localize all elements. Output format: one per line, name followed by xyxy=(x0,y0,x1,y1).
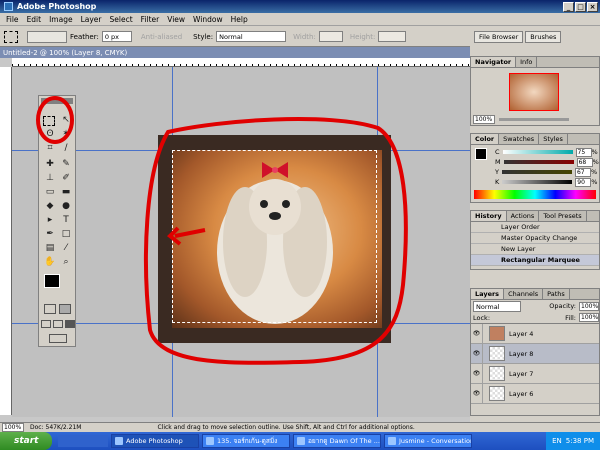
channel-y-value[interactable]: 67 xyxy=(574,167,591,177)
task-conversation[interactable]: Jusmine - Conversation xyxy=(384,434,472,448)
channel-k-unit: % xyxy=(591,178,598,186)
layer-row[interactable]: 👁 Layer 7 xyxy=(471,363,599,384)
navigator-zoom-field[interactable]: 100% xyxy=(473,115,495,124)
channel-c-slider[interactable] xyxy=(502,150,573,154)
status-hint: Click and drag to move selection outline… xyxy=(157,424,415,431)
navigator-panel: Navigator Info 100% xyxy=(470,56,600,126)
channel-m-value[interactable]: 68 xyxy=(576,157,593,167)
layer-row-selected[interactable]: 👁 Layer 8 xyxy=(471,343,599,364)
status-zoom[interactable]: 100% xyxy=(2,423,24,432)
layer-name: Layer 8 xyxy=(509,349,534,358)
tab-navigator[interactable]: Navigator xyxy=(471,57,517,67)
history-item[interactable]: New Layer xyxy=(471,244,599,255)
tab-paths[interactable]: Paths xyxy=(543,289,570,299)
history-panel: History Actions Tool Presets Layer Order… xyxy=(470,210,600,270)
channel-k-label: K xyxy=(495,178,500,186)
channel-k-slider[interactable] xyxy=(502,180,573,184)
layer-row[interactable]: 👁 Layer 6 xyxy=(471,383,599,404)
taskbar: start Adobe Photoshop 135. จอร์กเก้น-ดูส… xyxy=(0,432,600,450)
task-browser-1[interactable]: 135. จอร์กเก้น-ดูสมิ่ง xyxy=(202,434,290,448)
layer-thumbnail xyxy=(489,366,505,381)
navigator-thumbnail[interactable] xyxy=(509,73,559,111)
layer-name: Layer 7 xyxy=(509,369,534,378)
annotation-circle-photo xyxy=(144,117,408,365)
lock-label: Lock: xyxy=(473,313,491,322)
channel-m-label: M xyxy=(495,158,501,166)
channel-m-unit: % xyxy=(592,158,599,166)
opacity-label: Opacity: xyxy=(549,302,576,310)
navigator-zoom-slider[interactable] xyxy=(499,118,569,121)
eye-icon[interactable]: 👁 xyxy=(471,383,483,404)
status-bar: 100% Doc: 547K/2.21M Click and drag to m… xyxy=(0,422,600,432)
color-ramp[interactable] xyxy=(474,190,596,199)
fill-label: Fill: xyxy=(565,313,576,322)
color-foreground-swatch[interactable] xyxy=(475,148,487,160)
tab-swatches[interactable]: Swatches xyxy=(499,134,540,144)
eye-icon[interactable]: 👁 xyxy=(471,343,483,364)
channel-c-value[interactable]: 75 xyxy=(575,147,592,157)
tab-styles[interactable]: Styles xyxy=(539,134,568,144)
layer-thumbnail xyxy=(489,346,505,361)
channel-k-value[interactable]: 90 xyxy=(575,177,592,187)
history-item-current[interactable]: Rectangular Marquee xyxy=(471,255,599,266)
clock[interactable]: 5:38 PM xyxy=(566,437,594,445)
task-photoshop[interactable]: Adobe Photoshop xyxy=(111,434,199,448)
annotation-circle-marquee-tool xyxy=(36,96,74,144)
layers-panel: Layers Channels Paths Normal Opacity: 10… xyxy=(470,288,600,416)
system-tray: EN 5:38 PM xyxy=(546,432,600,450)
eye-icon[interactable]: 👁 xyxy=(471,363,483,384)
channel-y-unit: % xyxy=(590,168,598,176)
eye-icon[interactable]: 👁 xyxy=(471,323,483,344)
tab-history[interactable]: History xyxy=(471,211,507,221)
status-doc-size: Doc: 547K/2.21M xyxy=(30,424,82,431)
channel-c-unit: % xyxy=(591,148,598,156)
tab-channels[interactable]: Channels xyxy=(504,289,544,299)
layer-row[interactable]: 👁 Layer 4 xyxy=(471,323,599,344)
language-indicator[interactable]: EN xyxy=(552,437,562,445)
tab-actions[interactable]: Actions xyxy=(507,211,540,221)
annotation-arrow xyxy=(174,228,206,238)
tab-layers[interactable]: Layers xyxy=(471,289,505,299)
layer-name: Layer 6 xyxy=(509,389,534,398)
channel-m-slider[interactable] xyxy=(503,160,574,164)
fill-input[interactable]: 100% xyxy=(579,313,599,322)
task-browser-2[interactable]: อยากดู Dawn Of The ... xyxy=(293,434,381,448)
layer-thumbnail xyxy=(489,386,505,401)
tab-info[interactable]: Info xyxy=(516,57,538,67)
layer-thumbnail xyxy=(489,326,505,341)
quick-launch[interactable] xyxy=(58,435,108,447)
history-item[interactable]: Layer Order xyxy=(471,222,599,233)
history-item[interactable]: Master Opacity Change xyxy=(471,233,599,244)
color-panel: Color Swatches Styles C 75% M 68% Y 67% K 90… xyxy=(470,133,600,203)
channel-c-label: C xyxy=(495,148,500,156)
opacity-input[interactable]: 100% xyxy=(579,301,599,311)
start-button[interactable]: start xyxy=(0,432,52,450)
tab-color[interactable]: Color xyxy=(471,134,500,144)
tab-tool-presets[interactable]: Tool Presets xyxy=(539,211,587,221)
layer-name: Layer 4 xyxy=(509,329,534,338)
channel-y-label: Y xyxy=(495,168,499,176)
blend-mode-select[interactable]: Normal xyxy=(473,300,521,312)
channel-y-slider[interactable] xyxy=(501,170,572,174)
